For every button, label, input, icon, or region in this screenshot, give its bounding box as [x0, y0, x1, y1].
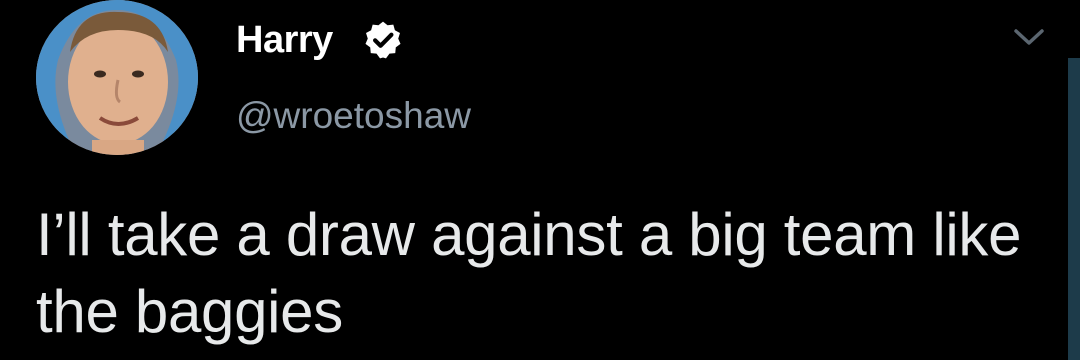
verified-badge-icon: [365, 21, 401, 59]
tweet-text: I’ll take a draw against a big team like…: [36, 201, 1022, 345]
tweet: Harry @wroetoshaw I’ll take a draw again…: [0, 0, 1080, 360]
chevron-down-icon[interactable]: [1012, 26, 1046, 48]
avatar[interactable]: [36, 0, 198, 155]
scrollbar[interactable]: [1068, 58, 1080, 360]
profile-photo-icon: [36, 0, 198, 155]
user-handle[interactable]: @wroetoshaw: [236, 94, 471, 138]
display-name[interactable]: Harry: [236, 18, 333, 62]
